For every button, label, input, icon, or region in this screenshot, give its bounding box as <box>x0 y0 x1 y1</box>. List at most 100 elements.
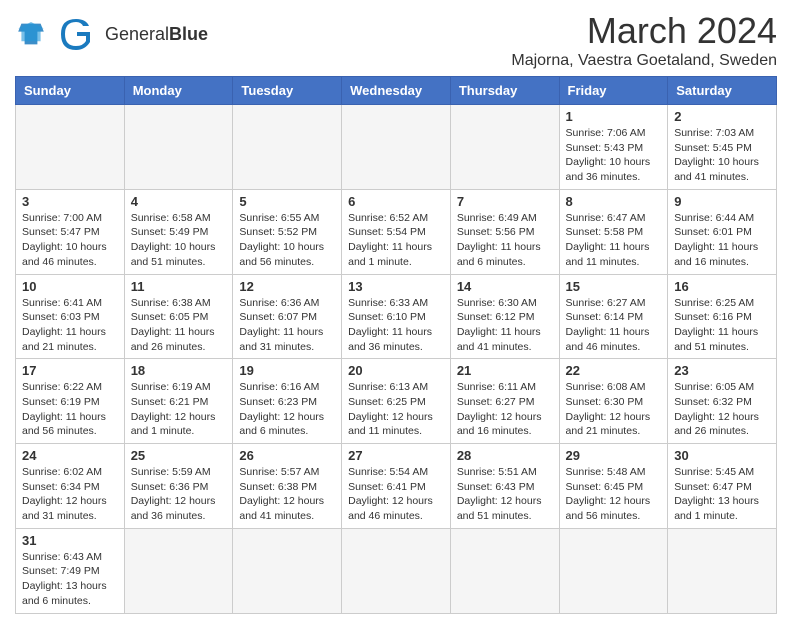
day-number: 6 <box>348 194 444 209</box>
day-cell: 6 Sunrise: 6:52 AM Sunset: 5:54 PM Daylig… <box>342 189 451 274</box>
day-number: 16 <box>674 279 770 294</box>
subtitle: Majorna, Vaestra Goetaland, Sweden <box>511 52 777 70</box>
day-number: 27 <box>348 448 444 463</box>
weekday-header-thursday: Thursday <box>450 77 559 105</box>
day-number: 17 <box>22 363 118 378</box>
day-info: Sunrise: 6:44 AM Sunset: 6:01 PM Dayligh… <box>674 211 770 270</box>
day-cell: 5Sunrise: 6:55 AM Sunset: 5:52 PM Daylig… <box>233 189 342 274</box>
weekday-header-friday: Friday <box>559 77 668 105</box>
day-info: Sunrise: 5:48 AM Sunset: 6:45 PM Dayligh… <box>566 465 662 524</box>
day-number: 14 <box>457 279 553 294</box>
day-info: Sunrise: 6:38 AM Sunset: 6:05 PM Dayligh… <box>131 296 227 355</box>
day-cell: 3Sunrise: 7:00 AM Sunset: 5:47 PM Daylig… <box>16 189 125 274</box>
logo: GeneralBlue <box>15 14 208 54</box>
day-info: Sunrise: 6:47 AM Sunset: 5:58 PM Dayligh… <box>566 211 662 270</box>
day-number: 12 <box>239 279 335 294</box>
day-number: 21 <box>457 363 553 378</box>
day-cell: 16Sunrise: 6:25 AM Sunset: 6:16 PM Dayli… <box>668 274 777 359</box>
day-number: 26 <box>239 448 335 463</box>
day-number: 19 <box>239 363 335 378</box>
day-info: Sunrise: 6:36 AM Sunset: 6:07 PM Dayligh… <box>239 296 335 355</box>
day-info: Sunrise: 6:49 AM Sunset: 5:56 PM Dayligh… <box>457 211 553 270</box>
day-info: Sunrise: 5:51 AM Sunset: 6:43 PM Dayligh… <box>457 465 553 524</box>
day-info: Sunrise: 6:41 AM Sunset: 6:03 PM Dayligh… <box>22 296 118 355</box>
week-row-2: 3Sunrise: 7:00 AM Sunset: 5:47 PM Daylig… <box>16 189 777 274</box>
week-row-4: 17 Sunrise: 6:22 AM Sunset: 6:19 PM Dayli… <box>16 359 777 444</box>
day-info: Sunrise: 6:58 AM Sunset: 5:49 PM Dayligh… <box>131 211 227 270</box>
day-cell: 7 Sunrise: 6:49 AM Sunset: 5:56 PM Daylig… <box>450 189 559 274</box>
day-info: Sunrise: 6:02 AM Sunset: 6:34 PM Dayligh… <box>22 465 118 524</box>
day-cell: 25 Sunrise: 5:59 AM Sunset: 6:36 PM Dayli… <box>124 444 233 529</box>
day-info: Sunrise: 6:11 AM Sunset: 6:27 PM Dayligh… <box>457 380 553 439</box>
day-cell: 29 Sunrise: 5:48 AM Sunset: 6:45 PM Dayli… <box>559 444 668 529</box>
day-info: Sunrise: 5:59 AM Sunset: 6:36 PM Dayligh… <box>131 465 227 524</box>
day-cell: 28Sunrise: 5:51 AM Sunset: 6:43 PM Dayli… <box>450 444 559 529</box>
day-info: Sunrise: 6:55 AM Sunset: 5:52 PM Dayligh… <box>239 211 335 270</box>
weekday-header-monday: Monday <box>124 77 233 105</box>
logo-text: GeneralBlue <box>105 25 208 43</box>
week-row-1: 1 Sunrise: 7:06 AM Sunset: 5:43 PM Daylig… <box>16 105 777 190</box>
day-cell: 8 Sunrise: 6:47 AM Sunset: 5:58 PM Daylig… <box>559 189 668 274</box>
day-info: Sunrise: 6:43 AM Sunset: 7:49 PM Dayligh… <box>22 550 118 609</box>
day-number: 22 <box>566 363 662 378</box>
day-info: Sunrise: 7:03 AM Sunset: 5:45 PM Dayligh… <box>674 126 770 185</box>
day-number: 29 <box>566 448 662 463</box>
day-cell <box>342 105 451 190</box>
day-info: Sunrise: 6:52 AM Sunset: 5:54 PM Dayligh… <box>348 211 444 270</box>
day-cell: 10 Sunrise: 6:41 AM Sunset: 6:03 PM Dayli… <box>16 274 125 359</box>
weekday-header-wednesday: Wednesday <box>342 77 451 105</box>
day-cell: 15 Sunrise: 6:27 AM Sunset: 6:14 PM Dayli… <box>559 274 668 359</box>
day-number: 18 <box>131 363 227 378</box>
day-cell: 23 Sunrise: 6:05 AM Sunset: 6:32 PM Dayli… <box>668 359 777 444</box>
day-info: Sunrise: 5:45 AM Sunset: 6:47 PM Dayligh… <box>674 465 770 524</box>
day-info: Sunrise: 5:57 AM Sunset: 6:38 PM Dayligh… <box>239 465 335 524</box>
weekday-header-row: SundayMondayTuesdayWednesdayThursdayFrid… <box>16 77 777 105</box>
day-cell: 2 Sunrise: 7:03 AM Sunset: 5:45 PM Daylig… <box>668 105 777 190</box>
day-cell <box>233 528 342 613</box>
day-number: 10 <box>22 279 118 294</box>
day-number: 15 <box>566 279 662 294</box>
day-number: 7 <box>457 194 553 209</box>
day-cell: 13Sunrise: 6:33 AM Sunset: 6:10 PM Dayli… <box>342 274 451 359</box>
day-cell <box>450 528 559 613</box>
day-info: Sunrise: 6:13 AM Sunset: 6:25 PM Dayligh… <box>348 380 444 439</box>
day-cell: 22 Sunrise: 6:08 AM Sunset: 6:30 PM Dayli… <box>559 359 668 444</box>
day-info: Sunrise: 7:06 AM Sunset: 5:43 PM Dayligh… <box>566 126 662 185</box>
day-cell <box>16 105 125 190</box>
day-cell: 4 Sunrise: 6:58 AM Sunset: 5:49 PM Daylig… <box>124 189 233 274</box>
day-cell <box>450 105 559 190</box>
week-row-3: 10 Sunrise: 6:41 AM Sunset: 6:03 PM Dayli… <box>16 274 777 359</box>
day-cell: 12 Sunrise: 6:36 AM Sunset: 6:07 PM Dayli… <box>233 274 342 359</box>
day-cell <box>342 528 451 613</box>
day-number: 1 <box>566 109 662 124</box>
weekday-header-tuesday: Tuesday <box>233 77 342 105</box>
day-cell <box>233 105 342 190</box>
day-number: 8 <box>566 194 662 209</box>
day-number: 9 <box>674 194 770 209</box>
day-info: Sunrise: 6:27 AM Sunset: 6:14 PM Dayligh… <box>566 296 662 355</box>
day-cell: 19Sunrise: 6:16 AM Sunset: 6:23 PM Dayli… <box>233 359 342 444</box>
day-cell: 1 Sunrise: 7:06 AM Sunset: 5:43 PM Daylig… <box>559 105 668 190</box>
day-number: 25 <box>131 448 227 463</box>
day-cell <box>668 528 777 613</box>
day-cell: 14Sunrise: 6:30 AM Sunset: 6:12 PM Dayli… <box>450 274 559 359</box>
day-cell: 27Sunrise: 5:54 AM Sunset: 6:41 PM Dayli… <box>342 444 451 529</box>
main-title: March 2024 <box>511 10 777 52</box>
calendar: SundayMondayTuesdayWednesdayThursdayFrid… <box>15 76 777 614</box>
day-number: 2 <box>674 109 770 124</box>
day-info: Sunrise: 7:00 AM Sunset: 5:47 PM Dayligh… <box>22 211 118 270</box>
day-cell: 20Sunrise: 6:13 AM Sunset: 6:25 PM Dayli… <box>342 359 451 444</box>
day-info: Sunrise: 6:22 AM Sunset: 6:19 PM Dayligh… <box>22 380 118 439</box>
day-info: Sunrise: 6:08 AM Sunset: 6:30 PM Dayligh… <box>566 380 662 439</box>
day-cell: 18Sunrise: 6:19 AM Sunset: 6:21 PM Dayli… <box>124 359 233 444</box>
day-cell: 21 Sunrise: 6:11 AM Sunset: 6:27 PM Dayli… <box>450 359 559 444</box>
day-info: Sunrise: 6:05 AM Sunset: 6:32 PM Dayligh… <box>674 380 770 439</box>
day-number: 4 <box>131 194 227 209</box>
day-cell: 31 Sunrise: 6:43 AM Sunset: 7:49 PM Dayli… <box>16 528 125 613</box>
day-number: 31 <box>22 533 118 548</box>
day-cell: 26 Sunrise: 5:57 AM Sunset: 6:38 PM Dayli… <box>233 444 342 529</box>
header: GeneralBlue March 2024 Majorna, Vaestra … <box>15 10 777 70</box>
day-number: 30 <box>674 448 770 463</box>
week-row-6: 31 Sunrise: 6:43 AM Sunset: 7:49 PM Dayli… <box>16 528 777 613</box>
day-number: 23 <box>674 363 770 378</box>
